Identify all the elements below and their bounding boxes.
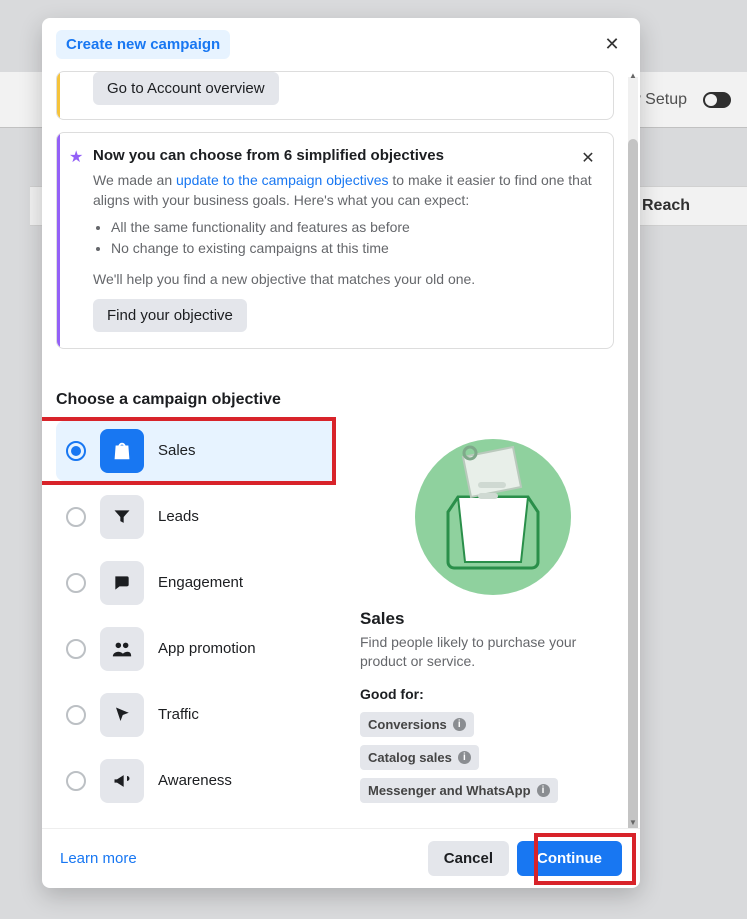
modal-header: Create new campaign ✕: [42, 18, 640, 71]
scrollbar-thumb[interactable]: [628, 139, 638, 828]
shopping-bag-icon: [100, 429, 144, 473]
cancel-button[interactable]: Cancel: [428, 841, 509, 876]
objective-label: Sales: [158, 442, 196, 459]
scroll-up-arrow[interactable]: ▲: [628, 71, 638, 81]
modal-body: ▲ ▼ Go to Account overview ✕ ★ Now you c…: [42, 71, 640, 828]
objective-detail: Sales Find people likely to purchase you…: [360, 421, 626, 811]
account-overview-card: Go to Account overview: [56, 71, 614, 120]
continue-button[interactable]: Continue: [517, 841, 622, 876]
learn-more-link[interactable]: Learn more: [60, 850, 137, 867]
megaphone-icon: [100, 759, 144, 803]
info-icon[interactable]: i: [537, 784, 550, 797]
good-for-label: Good for:: [360, 686, 626, 702]
create-campaign-modal: Create new campaign ✕ ▲ ▼ Go to Account …: [42, 18, 640, 888]
radio-engagement[interactable]: [66, 573, 86, 593]
detail-desc: Find people likely to purchase your prod…: [360, 633, 626, 672]
list-item: No change to existing campaigns at this …: [111, 238, 597, 259]
radio-awareness[interactable]: [66, 771, 86, 791]
objective-app-promotion[interactable]: App promotion: [56, 619, 336, 679]
pill-catalog-sales: Catalog salesi: [360, 745, 479, 770]
radio-app-promotion[interactable]: [66, 639, 86, 659]
radio-sales[interactable]: [66, 441, 86, 461]
objective-traffic[interactable]: Traffic: [56, 685, 336, 745]
modal-title-chip: Create new campaign: [56, 30, 230, 59]
find-your-objective-button[interactable]: Find your objective: [93, 299, 247, 332]
info-icon[interactable]: i: [453, 718, 466, 731]
good-for-pills: Conversionsi Catalog salesi Messenger an…: [360, 712, 626, 811]
objective-label: Traffic: [158, 706, 199, 723]
objective-engagement[interactable]: Engagement: [56, 553, 336, 613]
objective-awareness[interactable]: Awareness: [56, 751, 336, 811]
funnel-icon: [100, 495, 144, 539]
info-icon[interactable]: i: [458, 751, 471, 764]
objective-label: App promotion: [158, 640, 256, 657]
modal-footer: Learn more Cancel Continue: [42, 828, 640, 888]
cursor-icon: [100, 693, 144, 737]
choose-objective-heading: Choose a campaign objective: [56, 391, 626, 409]
list-item: All the same functionality and features …: [111, 217, 597, 238]
chat-icon: [100, 561, 144, 605]
objective-label: Engagement: [158, 574, 243, 591]
close-icon[interactable]: ✕: [598, 31, 626, 59]
star-icon: ★: [69, 147, 83, 167]
pill-conversions: Conversionsi: [360, 712, 474, 737]
go-to-account-overview-button[interactable]: Go to Account overview: [93, 72, 279, 105]
objectives-update-link[interactable]: update to the campaign objectives: [176, 172, 388, 188]
notice-paragraph-2: We'll help you find a new objective that…: [93, 269, 597, 289]
objectives-update-card: ✕ ★ Now you can choose from 6 simplified…: [56, 132, 614, 349]
objectives-section: Sales Leads Engagement: [56, 421, 626, 817]
detail-title: Sales: [360, 609, 626, 629]
notice-bullets: All the same functionality and features …: [111, 217, 597, 259]
radio-traffic[interactable]: [66, 705, 86, 725]
objective-label: Leads: [158, 508, 199, 525]
radio-leads[interactable]: [66, 507, 86, 527]
scroll-down-arrow[interactable]: ▼: [628, 818, 638, 828]
notice-paragraph-1: We made an update to the campaign object…: [93, 170, 597, 211]
objective-leads[interactable]: Leads: [56, 487, 336, 547]
pill-messenger-whatsapp: Messenger and WhatsAppi: [360, 778, 558, 803]
sales-illustration: [408, 427, 578, 597]
notice-heading: Now you can choose from 6 simplified obj…: [93, 147, 597, 164]
objective-label: Awareness: [158, 772, 232, 789]
objective-sales[interactable]: Sales: [56, 421, 336, 481]
objective-list: Sales Leads Engagement: [56, 421, 336, 817]
people-icon: [100, 627, 144, 671]
